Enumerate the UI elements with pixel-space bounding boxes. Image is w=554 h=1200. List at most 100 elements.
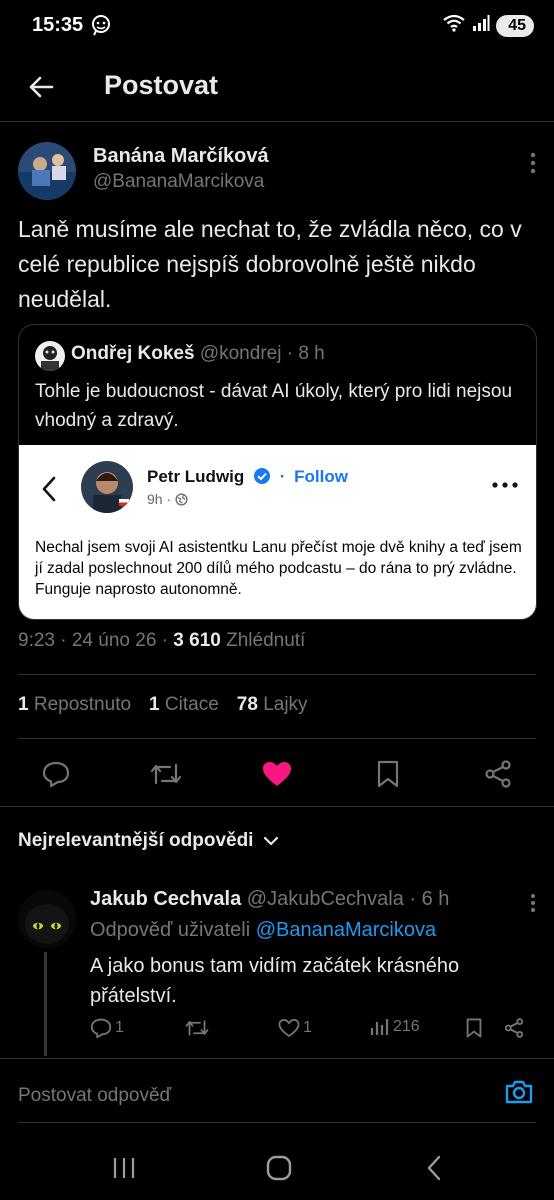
heart-icon — [278, 1019, 300, 1037]
embed-follow-label: Follow — [294, 467, 348, 486]
post-stats: 1 Repostnuto 1 Citace 78 Lajky — [18, 694, 308, 716]
home-icon — [266, 1155, 292, 1181]
reply-likes-count: 1 — [303, 1019, 312, 1036]
quoted-text: Tohle je budoucnost - dávat AI úkoly, kt… — [35, 381, 513, 431]
system-nav-bar — [0, 1130, 554, 1200]
reply-views-button[interactable]: 216 — [370, 1018, 420, 1036]
repost-icon — [150, 763, 182, 785]
reply-time: · 6 h — [403, 888, 450, 910]
author-name[interactable]: Banána Marčíková — [93, 145, 269, 168]
embed-author-avatar — [81, 461, 133, 513]
divider — [18, 674, 536, 675]
share-button[interactable] — [478, 754, 518, 794]
quoted-author-handle: @kondrej — [199, 343, 282, 364]
back-button[interactable] — [22, 68, 60, 106]
like-button[interactable] — [257, 754, 297, 794]
quoted-time: · 8 h — [281, 343, 325, 364]
reply-views-count: 216 — [393, 1018, 420, 1035]
embed-text: Nechal jsem svoji AI asistentku Lanu pře… — [35, 539, 522, 598]
more-horizontal-icon — [492, 475, 518, 493]
chevron-left-icon — [427, 1155, 441, 1181]
status-bar: 15:35 45 — [0, 0, 554, 52]
thread-line — [44, 952, 47, 1056]
quotes-stat[interactable]: 1 Citace — [149, 694, 219, 716]
post-meta: 9:23 · 24 úno 26 · 3 610 Zhlédnutí — [18, 630, 305, 652]
heart-filled-icon — [263, 762, 291, 786]
bookmark-button[interactable] — [368, 754, 408, 794]
arrow-left-icon — [29, 76, 54, 98]
globe-icon — [175, 491, 188, 507]
reply-to-handle[interactable]: @BananaMarcikova — [256, 919, 436, 941]
chevron-left-icon — [41, 475, 57, 508]
quoted-screenshot-image: Petr Ludwig · Follow 9h · Nechal jsem sv… — [19, 445, 536, 619]
verified-badge-icon — [253, 467, 271, 490]
reply-share-button[interactable] — [504, 1018, 524, 1038]
chevron-down-icon — [264, 836, 279, 846]
bookmark-icon — [466, 1018, 482, 1038]
battery-indicator: 45 — [496, 14, 534, 37]
divider — [18, 1122, 536, 1123]
post-timestamp: 9:23 · 24 úno 26 · — [18, 630, 174, 651]
reply-button[interactable] — [36, 754, 76, 794]
reply-more-button[interactable] — [530, 893, 536, 918]
wifi-icon — [442, 14, 466, 37]
reply-like-button[interactable]: 1 — [278, 1018, 312, 1038]
reply-author-handle[interactable]: @JakubCechvala — [247, 888, 404, 910]
sort-label: Nejrelevantnější odpovědi — [18, 830, 254, 851]
embed-author-line: Petr Ludwig · Follow — [147, 467, 348, 490]
status-time: 15:35 — [32, 14, 84, 36]
embed-subline: 9h · — [147, 491, 188, 507]
reply-bookmark-button[interactable] — [466, 1018, 482, 1038]
top-app-bar: Postovat — [0, 52, 554, 122]
views-count: 3 610 — [173, 630, 221, 651]
embed-follow-separator: · — [279, 467, 286, 486]
home-button[interactable] — [259, 1148, 299, 1188]
more-vertical-icon — [530, 152, 536, 174]
post-action-bar — [0, 754, 554, 794]
compose-reply-bar: Postovat odpověď — [0, 1058, 554, 1122]
more-vertical-icon — [531, 894, 535, 912]
author-handle[interactable]: @BananaMarcikova — [93, 171, 264, 193]
reply-to-label: Odpověď uživateli — [90, 919, 256, 941]
camera-button[interactable] — [504, 1079, 534, 1110]
reply-reply-button[interactable]: 1 — [90, 1018, 124, 1038]
reply-icon — [90, 1018, 112, 1038]
reply-author-avatar[interactable] — [18, 890, 76, 948]
post-text: Laně musíme ale nechat to, že zvládla ně… — [18, 216, 522, 312]
likes-stat[interactable]: 78 Lajky — [237, 694, 308, 716]
share-icon — [485, 760, 511, 788]
page-title: Postovat — [104, 70, 219, 100]
quoted-post[interactable]: Ondřej Kokeš @kondrej · 8 h Tohle je bud… — [18, 324, 537, 620]
signal-icon — [472, 14, 490, 37]
divider — [18, 738, 536, 739]
post-more-button[interactable] — [530, 152, 536, 179]
views-label: Zhlédnutí — [220, 630, 306, 651]
recents-icon — [113, 1158, 135, 1178]
reply-icon — [42, 761, 70, 787]
system-back-button[interactable] — [414, 1148, 454, 1188]
reply-replies-count: 1 — [115, 1019, 124, 1036]
embed-author-name: Petr Ludwig — [147, 467, 245, 486]
divider — [0, 806, 554, 807]
repost-icon — [185, 1020, 209, 1036]
analytics-icon — [370, 1019, 389, 1035]
reply-text: A jako bonus tam vidím začátek krásného … — [90, 955, 460, 1007]
embed-time: 9h · — [147, 491, 172, 507]
reply-author-name[interactable]: Jakub Cechvala — [90, 888, 241, 910]
author-avatar[interactable] — [18, 142, 76, 200]
quoted-header: Ondřej Kokeš @kondrej · 8 h — [71, 343, 325, 365]
recents-button[interactable] — [104, 1148, 144, 1188]
reply-header: Jakub Cechvala @JakubCechvala · 6 h — [90, 888, 449, 911]
quoted-author-avatar — [35, 341, 65, 371]
replies-sort-dropdown[interactable]: Nejrelevantnější odpovědi — [18, 830, 279, 852]
reply-to-line: Odpověď uživateli @BananaMarcikova — [90, 919, 436, 942]
reply-repost-button[interactable] — [185, 1018, 209, 1038]
reply-compose-input[interactable]: Postovat odpověď — [18, 1085, 171, 1107]
quoted-author-name: Ondřej Kokeš — [71, 343, 195, 364]
reply-action-bar: 1 1 216 — [90, 1018, 530, 1046]
camera-icon — [505, 1080, 533, 1104]
bookmark-icon — [377, 760, 399, 788]
reposts-stat[interactable]: 1 Repostnuto — [18, 694, 131, 716]
share-icon — [504, 1018, 524, 1038]
repost-button[interactable] — [146, 754, 186, 794]
